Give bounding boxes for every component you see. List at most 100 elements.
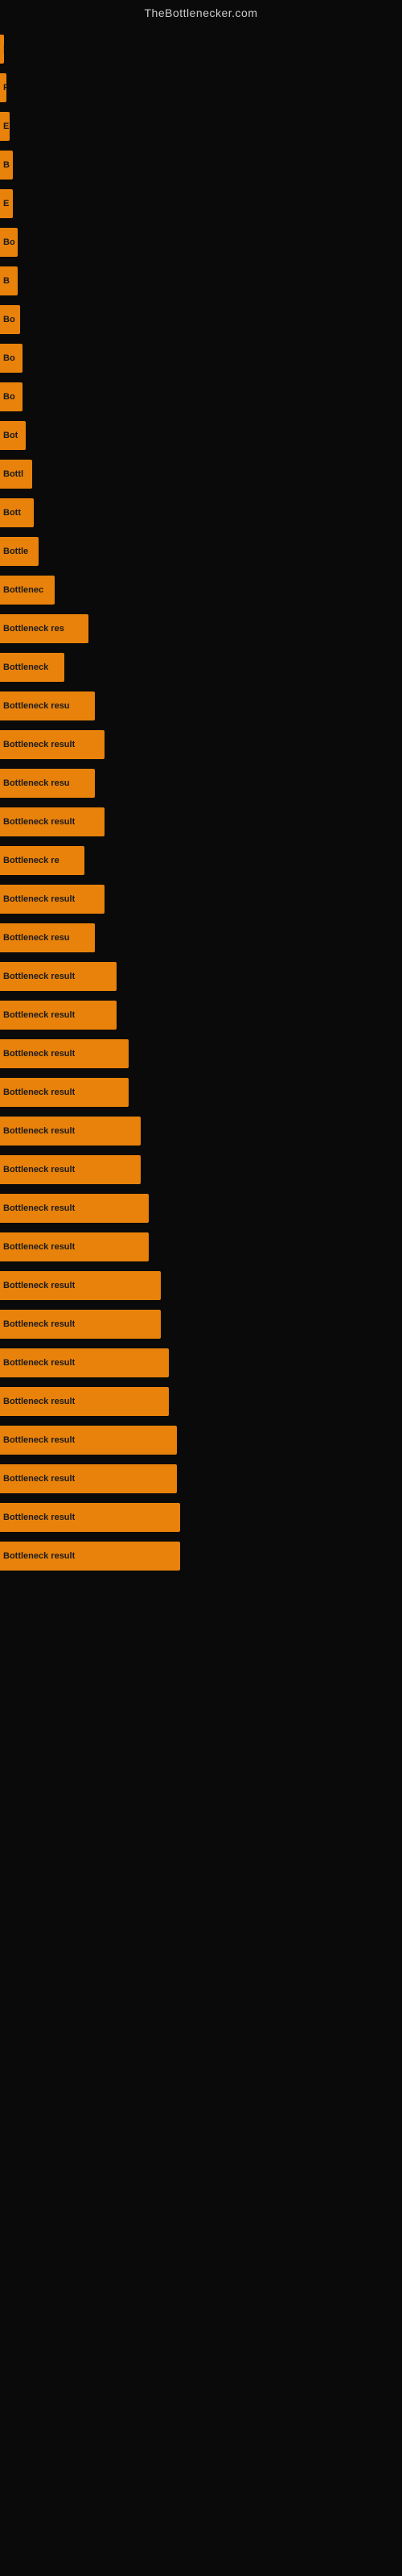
bar-row: E xyxy=(0,185,402,222)
bar-row: Bottleneck result xyxy=(0,1267,402,1304)
site-title: TheBottlenecker.com xyxy=(0,0,402,23)
bar-row: Bottleneck xyxy=(0,649,402,686)
bar-label: Bo xyxy=(3,392,15,402)
bar-label: Bo xyxy=(3,315,15,324)
bar-item: Bottleneck res xyxy=(0,614,88,643)
bar-item: E xyxy=(0,112,10,141)
bar-label: Bottleneck result xyxy=(3,894,75,904)
bar-label: Bottleneck result xyxy=(3,1513,75,1522)
bar-item: P xyxy=(0,73,6,102)
bar-row: Bottlenec xyxy=(0,572,402,609)
bar-item: Bottleneck result xyxy=(0,1039,129,1068)
bar-row: Bottleneck result xyxy=(0,997,402,1034)
bar-item: Bottleneck result xyxy=(0,962,117,991)
bar-label: Bottleneck res xyxy=(3,624,64,634)
bar-item: Bottleneck result xyxy=(0,1464,177,1493)
bar-label: Bottleneck result xyxy=(3,1165,75,1174)
bar-row: Bottleneck result xyxy=(0,1190,402,1227)
bar-item: Bottleneck xyxy=(0,653,64,682)
bar-item: B xyxy=(0,266,18,295)
bar-label: Bottleneck result xyxy=(3,1435,75,1445)
bar-row: Bottleneck resu xyxy=(0,765,402,802)
bar-label: Bottleneck result xyxy=(3,1319,75,1329)
bar-row: Bottleneck result xyxy=(0,1074,402,1111)
bar-label: E xyxy=(3,199,9,208)
bar-row: Bottleneck result xyxy=(0,1538,402,1575)
bar-label: Bottleneck resu xyxy=(3,778,70,788)
bar-row: Bottleneck result xyxy=(0,1383,402,1420)
bar-label: Bottlenec xyxy=(3,585,43,595)
bar-item: Bottleneck resu xyxy=(0,769,95,798)
bar-item: Bottleneck result xyxy=(0,807,105,836)
bar-item: Bo xyxy=(0,228,18,257)
bar-label: | xyxy=(3,44,4,54)
bar-label: Bottleneck resu xyxy=(3,933,70,943)
bar-row: Bo xyxy=(0,224,402,261)
bar-label: Bottleneck xyxy=(3,663,48,672)
bar-item: Bottleneck result xyxy=(0,1194,149,1223)
bar-row: Bo xyxy=(0,340,402,377)
bar-row: B xyxy=(0,262,402,299)
bar-item: Bottlenec xyxy=(0,576,55,605)
bar-row: Bottleneck result xyxy=(0,1422,402,1459)
bar-item: Bottleneck resu xyxy=(0,691,95,720)
bar-row: P xyxy=(0,69,402,106)
bar-item: Bottleneck result xyxy=(0,1232,149,1261)
bar-label: Bottleneck result xyxy=(3,1088,75,1097)
bar-label: Bott xyxy=(3,508,21,518)
bar-item: Bottleneck result xyxy=(0,1117,141,1146)
bar-item: Bottleneck result xyxy=(0,730,105,759)
bar-label: Bottleneck result xyxy=(3,1358,75,1368)
bar-label: Bottleneck result xyxy=(3,1281,75,1290)
bar-item: B xyxy=(0,151,13,180)
bar-item: Bottle xyxy=(0,537,39,566)
bar-item: Bottleneck result xyxy=(0,885,105,914)
bar-row: Bott xyxy=(0,494,402,531)
bar-row: Bottleneck result xyxy=(0,881,402,918)
bar-item: Bot xyxy=(0,421,26,450)
bar-label: Bottleneck resu xyxy=(3,701,70,711)
bar-item: Bottleneck result xyxy=(0,1426,177,1455)
bars-container: | P E B E Bo B Bo Bo Bo Bot Bottl Bott Bottle Bottlene… xyxy=(0,23,402,1575)
bar-row: Bottleneck result xyxy=(0,1113,402,1150)
bar-row: Bottleneck res xyxy=(0,610,402,647)
bar-item: Bottleneck resu xyxy=(0,923,95,952)
bar-label: Bottl xyxy=(3,469,23,479)
bar-label: Bottleneck result xyxy=(3,1203,75,1213)
bar-item: Bottleneck result xyxy=(0,1078,129,1107)
bar-label: Bottleneck result xyxy=(3,1010,75,1020)
bar-label: Bo xyxy=(3,353,15,363)
bar-row: E xyxy=(0,108,402,145)
bar-item: | xyxy=(0,35,4,64)
bar-label: Bottle xyxy=(3,547,28,556)
bar-row: Bottleneck result xyxy=(0,1460,402,1497)
bar-item: Bo xyxy=(0,344,23,373)
bar-row: Bottleneck result xyxy=(0,1228,402,1265)
bar-label: Bottleneck re xyxy=(3,856,59,865)
bar-row: Bottleneck result xyxy=(0,803,402,840)
bar-item: Bottleneck result xyxy=(0,1542,180,1571)
bar-item: Bottleneck result xyxy=(0,1271,161,1300)
bar-item: Bottleneck result xyxy=(0,1348,169,1377)
bar-row: Bottleneck re xyxy=(0,842,402,879)
bar-label: Bottleneck result xyxy=(3,1242,75,1252)
bar-item: Bottl xyxy=(0,460,32,489)
bar-label: Bot xyxy=(3,431,18,440)
bar-label: Bottleneck result xyxy=(3,817,75,827)
bar-row: Bot xyxy=(0,417,402,454)
bar-item: Bottleneck result xyxy=(0,1155,141,1184)
bar-row: | xyxy=(0,31,402,68)
bar-label: E xyxy=(3,122,9,131)
bar-item: Bottleneck result xyxy=(0,1310,161,1339)
bar-row: Bo xyxy=(0,378,402,415)
bar-label: Bottleneck result xyxy=(3,1474,75,1484)
bar-row: Bottleneck result xyxy=(0,1035,402,1072)
bar-row: B xyxy=(0,147,402,184)
bar-item: E xyxy=(0,189,13,218)
bar-row: Bottleneck result xyxy=(0,726,402,763)
bar-item: Bottleneck re xyxy=(0,846,84,875)
bar-label: Bo xyxy=(3,237,15,247)
bar-item: Bottleneck result xyxy=(0,1001,117,1030)
bar-row: Bottle xyxy=(0,533,402,570)
bar-row: Bottleneck resu xyxy=(0,687,402,724)
